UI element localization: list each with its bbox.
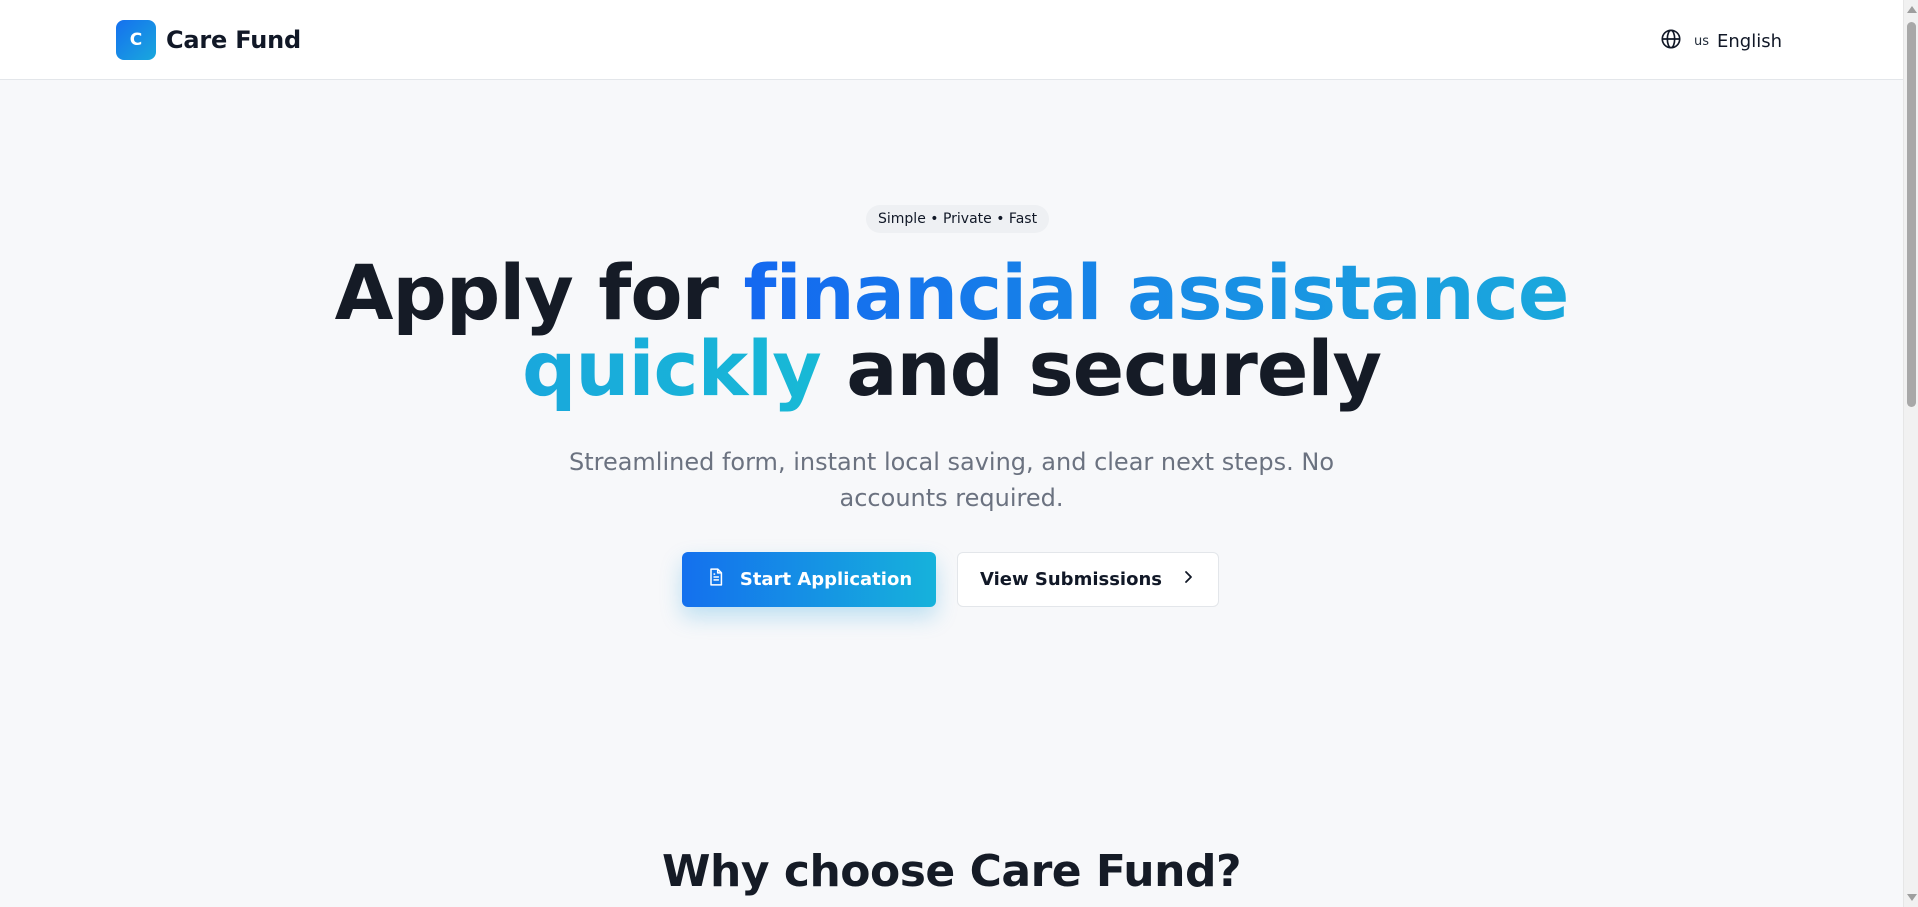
landing-page: C Care Fund us English Simple • Private … [0,0,1903,907]
scroll-down-arrow-icon[interactable] [1907,894,1917,901]
chevron-right-icon [1180,569,1196,590]
document-icon [706,567,726,592]
view-submissions-label: View Submissions [980,569,1162,590]
tagline-badge: Simple • Private • Fast [866,205,1050,233]
hero-headline: Apply for financial assistance quickly a… [180,255,1723,407]
top-header: C Care Fund us English [0,0,1903,80]
start-application-button[interactable]: Start Application [682,552,936,607]
globe-icon [1660,28,1682,54]
logo-icon: C [116,20,156,60]
language-selector[interactable]: us English [1660,24,1782,58]
language-label: English [1717,30,1783,52]
view-submissions-button[interactable]: View Submissions [957,552,1219,607]
vertical-scrollbar[interactable] [1903,0,1918,907]
start-application-label: Start Application [739,569,913,590]
brand[interactable]: C Care Fund [116,20,301,60]
headline-suffix: and securely [820,324,1382,413]
browser-viewport: C Care Fund us English Simple • Private … [0,0,1918,907]
brand-name: Care Fund [166,26,302,54]
scrollbar-thumb[interactable] [1907,22,1916,407]
hero-subtitle: Streamlined form, instant local saving, … [568,448,1335,512]
language-code: us [1694,33,1710,49]
features-section-title: Why choose Care Fund? [662,846,1241,897]
scroll-up-arrow-icon[interactable] [1907,6,1917,13]
